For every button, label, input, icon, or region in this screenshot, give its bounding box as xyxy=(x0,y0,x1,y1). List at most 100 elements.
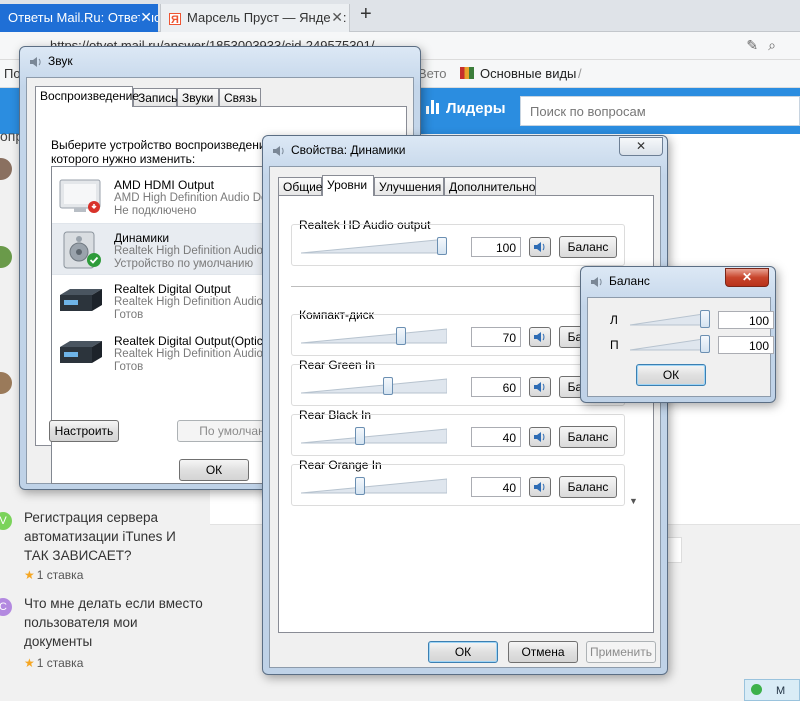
books-icon xyxy=(460,67,474,79)
avatar[interactable] xyxy=(0,158,12,180)
slider-wedge xyxy=(300,428,448,444)
slider-thumb[interactable] xyxy=(355,427,365,445)
slider-wedge xyxy=(629,337,711,351)
digital-output-icon xyxy=(60,289,102,311)
device-driver: Realtek High Definition Audio xyxy=(114,245,263,257)
level-value[interactable]: 40 xyxy=(471,477,521,497)
level-slider[interactable] xyxy=(300,236,448,256)
new-tab-button[interactable]: + xyxy=(360,3,372,26)
balance-body: Л 100 П 100 ОК xyxy=(587,297,774,397)
slider-thumb[interactable] xyxy=(700,310,710,328)
device-name: Realtek Digital Output(Optical xyxy=(114,334,273,348)
stake-count: 1 ставка xyxy=(36,568,84,582)
slider-track xyxy=(300,428,448,444)
bookmark-partial[interactable]: Вето xyxy=(418,66,447,81)
speaker-device-icon xyxy=(63,231,101,269)
slider-track xyxy=(629,312,711,326)
search-icon[interactable]: ⌕ xyxy=(768,37,786,53)
tab-playback[interactable]: Воспроизведение xyxy=(35,86,139,107)
slider-track xyxy=(300,478,448,494)
question-link[interactable]: Что мне делать если вместо пользователя … xyxy=(24,594,204,651)
volume-icon xyxy=(534,482,545,492)
window-title: Звук xyxy=(48,54,73,68)
window-title: Свойства: Динамики xyxy=(291,143,406,157)
tab-sounds[interactable]: Звуки xyxy=(177,88,219,106)
mute-button[interactable] xyxy=(529,377,551,397)
slider-thumb[interactable] xyxy=(700,335,710,353)
question-link[interactable]: Регистрация сервера автоматизации iTunes… xyxy=(24,508,204,565)
channel-slider[interactable] xyxy=(629,335,711,353)
slider-thumb[interactable] xyxy=(383,377,393,395)
wrench-icon[interactable]: ✎ xyxy=(746,37,768,53)
device-name: Realtek Digital Output xyxy=(114,282,231,296)
avatar[interactable] xyxy=(0,246,12,268)
separator xyxy=(291,286,625,287)
avatar[interactable] xyxy=(0,372,12,394)
tab-enhancements[interactable]: Улучшения xyxy=(374,177,444,195)
channel-label: П xyxy=(610,338,619,352)
leaders-icon xyxy=(426,100,440,114)
tab-general[interactable]: Общие xyxy=(278,177,322,195)
channel-slider[interactable] xyxy=(629,310,711,328)
mute-button[interactable] xyxy=(529,477,551,497)
close-icon[interactable]: ✕ xyxy=(140,9,152,26)
device-driver: Realtek High Definition Audio xyxy=(114,348,263,360)
tab-yandex[interactable]: Я Марсель Пруст — Яндекс: н ✕ xyxy=(160,4,350,32)
slider-wedge xyxy=(300,378,448,394)
tab-advanced[interactable]: Дополнительно xyxy=(444,177,536,195)
channel-value[interactable]: 100 xyxy=(718,336,774,354)
level-value[interactable]: 40 xyxy=(471,427,521,447)
slider-track xyxy=(300,328,448,344)
stake-count: 1 ставка xyxy=(36,656,84,670)
tab-record[interactable]: Запись xyxy=(133,88,177,106)
level-slider[interactable] xyxy=(300,476,448,496)
level-slider[interactable] xyxy=(300,326,448,346)
device-status: Готов xyxy=(114,361,144,373)
speaker-icon xyxy=(30,57,41,67)
levels-panel: ▼ Realtek HD Audio output 100 Баланс Ком… xyxy=(278,195,654,633)
tab-levels[interactable]: Уровни xyxy=(322,175,374,196)
bookmark-separator: / xyxy=(578,66,582,81)
mute-button[interactable] xyxy=(529,237,551,257)
scroll-down-icon[interactable]: ▼ xyxy=(629,496,638,506)
level-slider[interactable] xyxy=(300,426,448,446)
search-input[interactable]: Поиск по вопросам xyxy=(520,96,800,126)
leaders-link[interactable]: Лидеры xyxy=(426,100,506,117)
close-button[interactable]: ✕ xyxy=(725,268,769,287)
level-value[interactable]: 60 xyxy=(471,377,521,397)
properties-tabs: Общие Уровни Улучшения Дополнительно xyxy=(278,175,658,196)
mute-button[interactable] xyxy=(529,427,551,447)
level-value[interactable]: 100 xyxy=(471,237,521,257)
balance-button[interactable]: Баланс xyxy=(559,476,617,498)
star-icon: ★ xyxy=(24,568,35,582)
balance-button[interactable]: Баланс xyxy=(559,236,617,258)
volume-icon xyxy=(534,242,545,252)
bookmark-main-types[interactable]: Основные виды xyxy=(460,66,576,81)
ok-button[interactable]: ОК xyxy=(179,459,249,481)
speaker-icon xyxy=(591,277,602,287)
level-value[interactable]: 70 xyxy=(471,327,521,347)
question-meta: ★ 1 ставка xyxy=(24,568,83,582)
taskbar-item[interactable]: М xyxy=(744,679,800,701)
channel-value[interactable]: 100 xyxy=(718,311,774,329)
slider-thumb[interactable] xyxy=(437,237,447,255)
balance-button[interactable]: Баланс xyxy=(559,426,617,448)
ok-button[interactable]: ОК xyxy=(636,364,706,386)
digital-output-icon xyxy=(60,341,102,363)
cancel-button[interactable]: Отмена xyxy=(508,641,578,663)
ok-button[interactable]: ОК xyxy=(428,641,498,663)
tab-mail-ru[interactable]: Ответы Mail.Ru: Ответ по ✕ xyxy=(0,4,158,32)
close-icon[interactable]: ✕ xyxy=(331,9,343,26)
star-icon: ★ xyxy=(24,656,35,670)
slider-thumb[interactable] xyxy=(396,327,406,345)
close-button[interactable]: ✕ xyxy=(619,137,663,156)
configure-button[interactable]: Настроить xyxy=(49,420,119,442)
level-slider[interactable] xyxy=(300,376,448,396)
slider-thumb[interactable] xyxy=(355,477,365,495)
apply-button[interactable]: Применить xyxy=(586,641,656,663)
close-icon: ✕ xyxy=(635,139,647,153)
speaker-icon xyxy=(273,146,284,156)
mute-button[interactable] xyxy=(529,327,551,347)
tab-communication[interactable]: Связь xyxy=(219,88,261,106)
slider-wedge xyxy=(629,312,711,326)
